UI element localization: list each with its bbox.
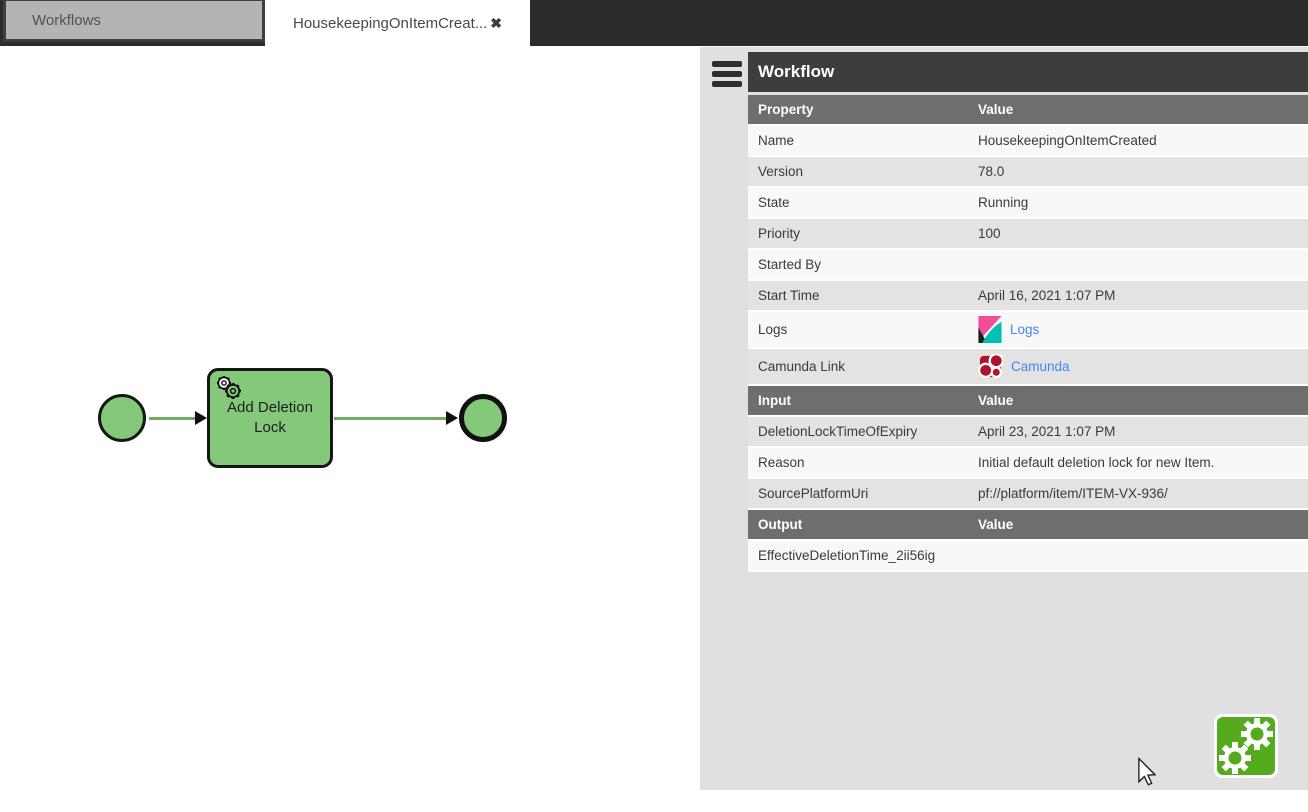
property-label: State bbox=[748, 195, 978, 210]
table-row-logs: Logs Logs bbox=[748, 312, 1308, 349]
table-row: Name HousekeepingOnItemCreated bbox=[748, 126, 1308, 157]
column-header: Output bbox=[748, 517, 978, 532]
tab-bar: Workflows HousekeepingOnItemCreat... ✖ bbox=[0, 0, 1308, 46]
camunda-icon bbox=[978, 354, 1003, 379]
property-value: 78.0 bbox=[978, 164, 1308, 179]
property-value: HousekeepingOnItemCreated bbox=[978, 133, 1308, 148]
property-label: Priority bbox=[748, 226, 978, 241]
workflow-engine-logo-icon bbox=[1214, 714, 1278, 778]
column-header: Input bbox=[748, 393, 978, 408]
property-label: Start Time bbox=[748, 288, 978, 303]
property-label: Version bbox=[748, 164, 978, 179]
workflow-tables: Workflow Property Value Name Housekeepin… bbox=[748, 52, 1308, 572]
table-row: State Running bbox=[748, 188, 1308, 219]
service-task-gear-icon bbox=[214, 374, 246, 402]
workflow-panel: Workflow Property Value Name Housekeepin… bbox=[700, 47, 1308, 790]
table-row: Start Time April 16, 2021 1:07 PM bbox=[748, 281, 1308, 312]
tab-workflows[interactable]: Workflows bbox=[3, 0, 265, 42]
column-header: Value bbox=[978, 102, 1308, 117]
tab-housekeeping[interactable]: HousekeepingOnItemCreat... ✖ bbox=[265, 0, 530, 46]
table-row: DeletionLockTimeOfExpiry April 23, 2021 … bbox=[748, 417, 1308, 448]
output-header-row: Output Value bbox=[748, 510, 1308, 541]
tab-housekeeping-label: HousekeepingOnItemCreat... bbox=[293, 15, 487, 32]
properties-header-row: Property Value bbox=[748, 95, 1308, 126]
arrowhead-icon bbox=[446, 411, 458, 425]
task-label: Add Deletion Lock bbox=[218, 398, 322, 439]
input-value: Initial default deletion lock for new It… bbox=[978, 455, 1308, 470]
property-value: April 16, 2021 1:07 PM bbox=[978, 288, 1308, 303]
input-label: DeletionLockTimeOfExpiry bbox=[748, 424, 978, 439]
camunda-link[interactable]: Camunda bbox=[1011, 359, 1070, 374]
input-label: SourcePlatformUri bbox=[748, 486, 978, 501]
property-label: Logs bbox=[748, 322, 978, 337]
property-label: Camunda Link bbox=[748, 359, 978, 374]
input-value: pf://platform/item/ITEM-VX-936/ bbox=[978, 486, 1308, 501]
input-value: April 23, 2021 1:07 PM bbox=[978, 424, 1308, 439]
sequence-flow-1 bbox=[149, 417, 199, 420]
column-header: Value bbox=[978, 393, 1308, 408]
table-row: EffectiveDeletionTime_2ii56ig bbox=[748, 541, 1308, 572]
table-row: Started By bbox=[748, 250, 1308, 281]
bpmn-canvas: Add Deletion Lock bbox=[0, 46, 700, 812]
table-row-camunda: Camunda Link Camunda bbox=[748, 349, 1308, 386]
input-header-row: Input Value bbox=[748, 386, 1308, 417]
arrowhead-icon bbox=[195, 411, 207, 425]
sequence-flow-2 bbox=[334, 417, 446, 420]
column-header: Value bbox=[978, 517, 1308, 532]
property-label: Started By bbox=[748, 257, 978, 272]
mouse-cursor-icon bbox=[1137, 757, 1156, 786]
tab-close-icon[interactable]: ✖ bbox=[490, 15, 502, 32]
menu-icon[interactable] bbox=[712, 61, 742, 91]
table-row: Reason Initial default deletion lock for… bbox=[748, 448, 1308, 479]
bpmn-end-event[interactable] bbox=[459, 394, 507, 442]
logs-link[interactable]: Logs bbox=[1010, 322, 1039, 337]
kibana-icon bbox=[978, 316, 1002, 343]
property-value: Running bbox=[978, 195, 1308, 210]
table-row: Priority 100 bbox=[748, 219, 1308, 250]
table-row: Version 78.0 bbox=[748, 157, 1308, 188]
panel-title: Workflow bbox=[748, 52, 1308, 92]
property-label: Name bbox=[748, 133, 978, 148]
table-row: SourcePlatformUri pf://platform/item/ITE… bbox=[748, 479, 1308, 510]
input-label: Reason bbox=[748, 455, 978, 470]
tab-workflows-label: Workflows bbox=[32, 12, 101, 29]
bpmn-start-event[interactable] bbox=[98, 394, 146, 442]
property-value: 100 bbox=[978, 226, 1308, 241]
column-header: Property bbox=[748, 102, 978, 117]
bpmn-service-task[interactable]: Add Deletion Lock bbox=[207, 368, 333, 468]
output-label: EffectiveDeletionTime_2ii56ig bbox=[748, 548, 978, 563]
